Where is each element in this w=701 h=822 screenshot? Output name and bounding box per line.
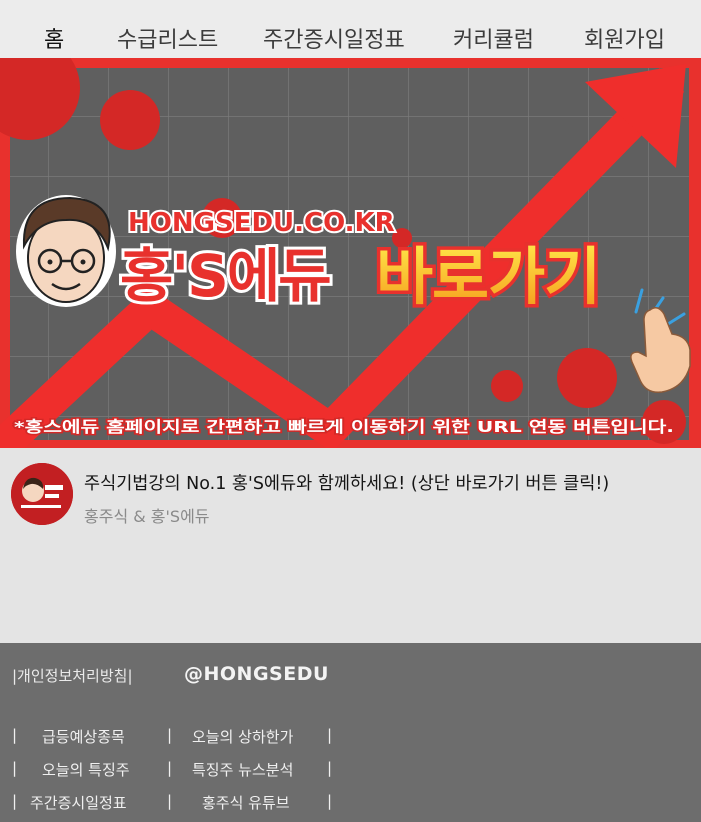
site-footer: |개인정보처리방침| @HONGSEDU | 급등예상종목 | 오늘의 상하한가… xyxy=(0,643,701,822)
video-post: 주식기법강의 No.1 홍'S에듀와 함께하세요! (상단 바로가기 버튼 클릭… xyxy=(0,448,701,643)
footer-link-youtube[interactable]: 홍주식 유튜브 xyxy=(202,792,290,813)
footer-link-surge-stocks[interactable]: 급등예상종목 xyxy=(42,726,125,747)
top-nav: 홈 수급리스트 주간증시일정표 커리큘럼 회원가입 xyxy=(0,0,701,58)
nav-item-supply-list[interactable]: 수급리스트 xyxy=(117,22,218,54)
nav-item-signup[interactable]: 회원가입 xyxy=(584,22,665,54)
footer-link-limit-up-down[interactable]: 오늘의 상하한가 xyxy=(192,726,293,747)
deco-circle xyxy=(491,370,523,402)
nav-item-weekly-schedule[interactable]: 주간증시일정표 xyxy=(263,22,405,54)
footer-separator: | xyxy=(12,726,18,744)
footer-link-featured-stocks[interactable]: 오늘의 특징주 xyxy=(42,759,130,780)
post-channel-name[interactable]: 홍주식 & 홍'S에듀 xyxy=(84,503,210,527)
footer-link-featured-news[interactable]: 특징주 뉴스분석 xyxy=(192,759,293,780)
footer-separator: | xyxy=(327,792,333,810)
banner-caption: *홍스에듀 홈페이지로 간편하고 빠르게 이동하기 위한 URL 연동 버튼입니… xyxy=(14,417,674,436)
channel-avatar[interactable] xyxy=(11,463,73,525)
banner-url-text: HONGSEDU.CO.KR xyxy=(128,208,395,238)
channel-logo-icon xyxy=(11,463,73,525)
footer-handle[interactable]: @HONGSEDU xyxy=(184,663,329,685)
footer-separator: | xyxy=(167,759,173,777)
footer-separator: | xyxy=(12,759,18,777)
post-title[interactable]: 주식기법강의 No.1 홍'S에듀와 함께하세요! (상단 바로가기 버튼 클릭… xyxy=(84,470,609,495)
footer-link-weekly-schedule[interactable]: 주간증시일정표 xyxy=(30,792,127,813)
banner-artwork: HONGSEDU.CO.KR 홍'S에듀 바로가기 *홍스에듀 홈페이지로 간편… xyxy=(0,58,691,448)
privacy-policy-link[interactable]: |개인정보처리방침| xyxy=(12,665,133,686)
hongsedu-link-banner[interactable]: HONGSEDU.CO.KR 홍'S에듀 바로가기 *홍스에듀 홈페이지로 간편… xyxy=(0,58,701,448)
deco-circle xyxy=(100,90,160,150)
nav-item-home[interactable]: 홈 xyxy=(44,22,64,54)
deco-circle xyxy=(557,348,617,408)
banner-brand-text: 홍'S에듀 xyxy=(120,242,330,310)
footer-separator: | xyxy=(327,726,333,744)
banner-cta-text: 바로가기 xyxy=(376,240,600,313)
footer-separator: | xyxy=(12,792,18,810)
footer-separator: | xyxy=(167,792,173,810)
footer-separator: | xyxy=(167,726,173,744)
nav-item-curriculum[interactable]: 커리큘럼 xyxy=(453,22,534,54)
footer-separator: | xyxy=(327,759,333,777)
mascot-face-icon xyxy=(16,195,116,307)
